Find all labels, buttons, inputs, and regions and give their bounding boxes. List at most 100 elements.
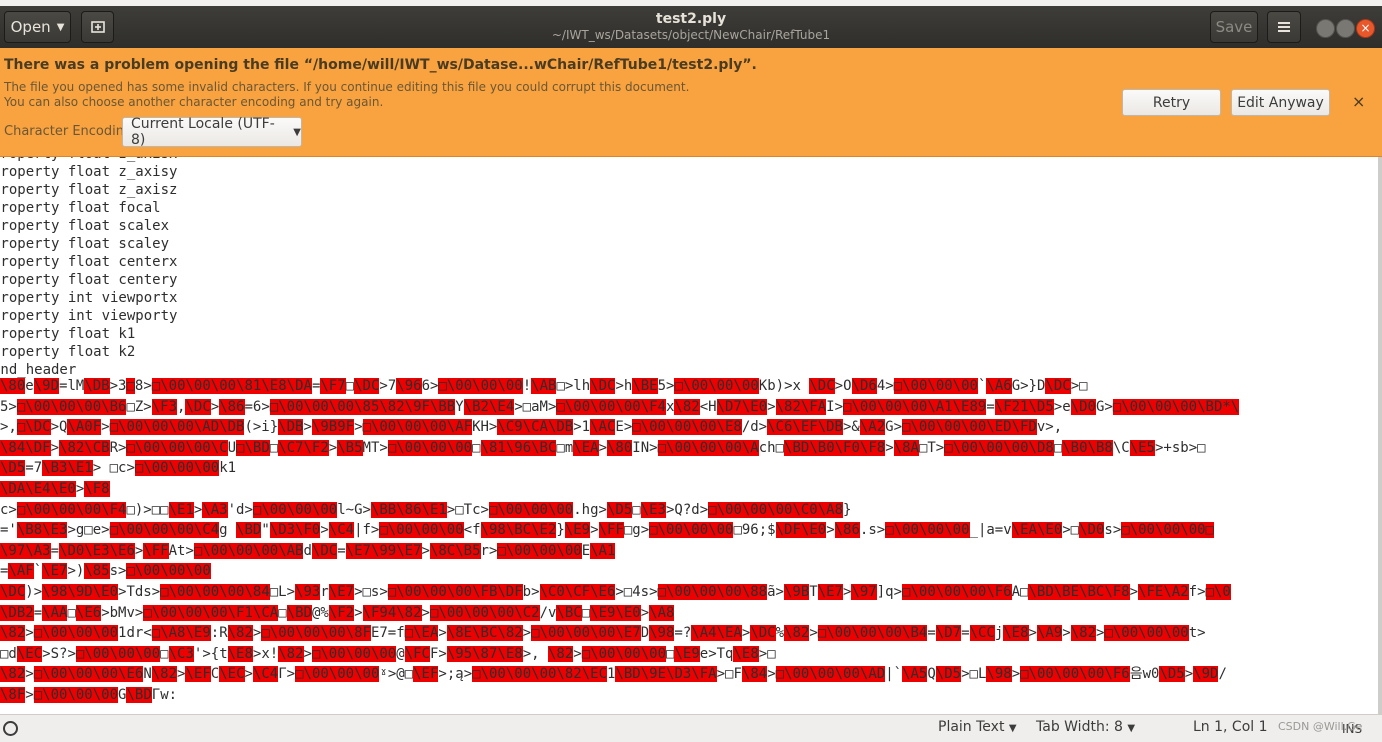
invalid-byte-run: \EF — [413, 666, 439, 683]
invalid-byte-run: □\00\00\00\82\EC — [472, 666, 607, 683]
close-infobar-icon[interactable]: × — [1352, 92, 1365, 111]
invalid-byte-run: \D5 — [1028, 398, 1054, 415]
garbled-line: c>□\00\00\00\F4□)>□□\E1>\A3'd>□\00\00\00… — [0, 501, 1382, 519]
garbled-text-run: T — [809, 584, 818, 600]
invalid-byte-run: \B3\E1 — [42, 460, 93, 477]
menu-button[interactable] — [1267, 11, 1301, 43]
invalid-byte-run: \C9\CA\DB — [497, 419, 574, 436]
garbled-text-run: > — [210, 398, 220, 415]
garbled-text-run: >□Tc> — [446, 501, 489, 518]
character-encoding-value: Current Locale (UTF-8) — [131, 116, 275, 148]
syntax-select[interactable]: Plain Text ▼ — [938, 719, 1017, 735]
invalid-byte-run: \86 — [834, 522, 860, 539]
invalid-byte-run: \FC — [404, 645, 430, 662]
garbled-text-run: s> — [109, 563, 127, 580]
garbled-text-run: > □c> — [92, 460, 135, 477]
hamburger-icon — [1278, 22, 1290, 32]
invalid-byte-run: \D6 — [851, 378, 877, 394]
invalid-byte-run: □\00\00\00\A1\E89 — [843, 398, 987, 415]
invalid-byte-run: □\00\00\00\F6 — [902, 584, 1012, 600]
close-window-icon[interactable]: × — [1356, 19, 1375, 38]
garbled-text-run: C — [210, 666, 220, 683]
infobar-message-line2: You can also choose another character en… — [4, 95, 384, 109]
character-encoding-select[interactable]: Current Locale (UTF-8) ▼ — [122, 116, 302, 148]
editor-scrollbar[interactable] — [1378, 157, 1382, 714]
garbled-text-run: =7 — [25, 460, 43, 477]
invalid-byte-run: □\00\00\00\AF — [362, 419, 473, 436]
invalid-byte-run: \E3 — [640, 501, 666, 518]
garbled-text-run: > — [1011, 666, 1021, 683]
garbled-text-run: □ — [345, 378, 355, 394]
invalid-byte-run: \DC — [809, 378, 835, 394]
garbled-text-run: > — [303, 419, 312, 436]
invalid-byte-run: \F7 — [320, 378, 346, 394]
invalid-byte-run: \CC — [969, 625, 995, 642]
garbled-text-run: □Z> — [126, 398, 152, 415]
invalid-byte-run: □\00\00\00\F4 — [16, 501, 127, 518]
invalid-byte-run: \DB2 — [0, 604, 34, 621]
invalid-byte-run: \DF\E0 — [775, 522, 827, 539]
editor-line: property float k2 — [0, 344, 136, 360]
invalid-byte-run: \E6 — [75, 604, 102, 621]
garbled-text-run: )> — [25, 584, 43, 600]
invalid-byte-run: □\00\00\00 — [295, 666, 380, 683]
edit-anyway-button[interactable]: Edit Anyway — [1231, 89, 1330, 116]
garbled-text-run: > — [640, 604, 650, 621]
invalid-byte-run: □\00\00\00 — [893, 378, 978, 394]
garbled-text-run: □T> — [918, 439, 945, 456]
minimize-window-icon[interactable] — [1316, 19, 1335, 38]
garbled-text-run: Y — [455, 398, 464, 415]
garbled-text-run: >, — [0, 419, 17, 436]
garbled-text-run: □ — [67, 604, 76, 621]
garbled-text-run: 6> — [421, 378, 439, 394]
invalid-byte-run: \F8 — [84, 481, 110, 497]
invalid-byte-run: \A1 — [590, 542, 616, 559]
garbled-text-run: " — [261, 522, 270, 539]
watermark: CSDN @Will.Ge — [1278, 720, 1363, 733]
invalid-byte-run: □\00\00\00\81\E8\DA — [151, 378, 312, 394]
invalid-byte-run: \82 — [0, 666, 26, 683]
garbled-text-run: KH> — [472, 419, 498, 436]
invalid-byte-run: \EA\E0 — [1011, 522, 1063, 539]
invalid-byte-run: □\00\00\00\F1\CA — [143, 604, 279, 621]
invalid-byte-run: \97 — [851, 584, 877, 600]
status-left-icon[interactable] — [3, 721, 18, 736]
infobar-message-line1: The file you opened has some invalid cha… — [4, 80, 690, 94]
garbled-text-run: □ — [1053, 439, 1063, 456]
invalid-byte-run: \BD\B0\F0\F8 — [784, 439, 886, 456]
invalid-byte-run: □\00\00\00□ — [1121, 522, 1214, 539]
garbled-text-run: ]q> — [876, 584, 903, 600]
garbled-text-run: >Q?d> — [666, 501, 709, 518]
invalid-byte-run: \DB — [84, 378, 110, 394]
garbled-text-run: >□aM> — [514, 398, 557, 415]
save-button[interactable]: Save — [1210, 11, 1258, 43]
invalid-byte-run: \A5 — [902, 666, 928, 683]
garbled-text-run: >3 — [109, 378, 127, 394]
garbled-text-run: (>i} — [244, 419, 279, 436]
garbled-text-run: = — [927, 625, 936, 642]
text-editor[interactable]: property float z_axisxproperty float z_a… — [0, 157, 1382, 714]
garbled-text-run: N — [143, 666, 152, 683]
invalid-byte-run: □\00\00\00\88 — [657, 584, 768, 600]
garbled-text-run: □L> — [269, 584, 296, 600]
garbled-text-run: 5> — [657, 378, 675, 394]
invalid-byte-run: \A4\EA — [691, 625, 742, 642]
invalid-byte-run: \8E\BC\82 — [446, 625, 523, 642]
invalid-byte-run: □\00\00\00 — [885, 522, 970, 539]
garbled-text-run: g — [219, 522, 237, 539]
invalid-byte-run: □\00\00\00 — [379, 522, 464, 539]
retry-button[interactable]: Retry — [1122, 89, 1221, 116]
tab-width-select[interactable]: Tab Width: 8 ▼ — [1036, 719, 1135, 735]
garbled-text-run: □m — [556, 439, 574, 456]
garbled-text-run: >□4s> — [615, 584, 658, 600]
invalid-byte-run: \BC — [556, 604, 582, 621]
invalid-byte-run: \A0F — [67, 419, 102, 436]
garbled-line: \DC)>\98\9D\E0>Tds>□\00\00\00\84□L>\93r\… — [0, 584, 1382, 601]
maximize-window-icon[interactable] — [1336, 19, 1355, 38]
garbled-text-run: > — [809, 625, 818, 642]
invalid-byte-run: \FF — [143, 542, 169, 559]
invalid-byte-run: □\DC — [16, 419, 51, 436]
invalid-byte-run: \93 — [295, 584, 321, 600]
garbled-text-run: >bMv> — [101, 604, 144, 621]
invalid-byte-run: \98 — [649, 625, 675, 642]
